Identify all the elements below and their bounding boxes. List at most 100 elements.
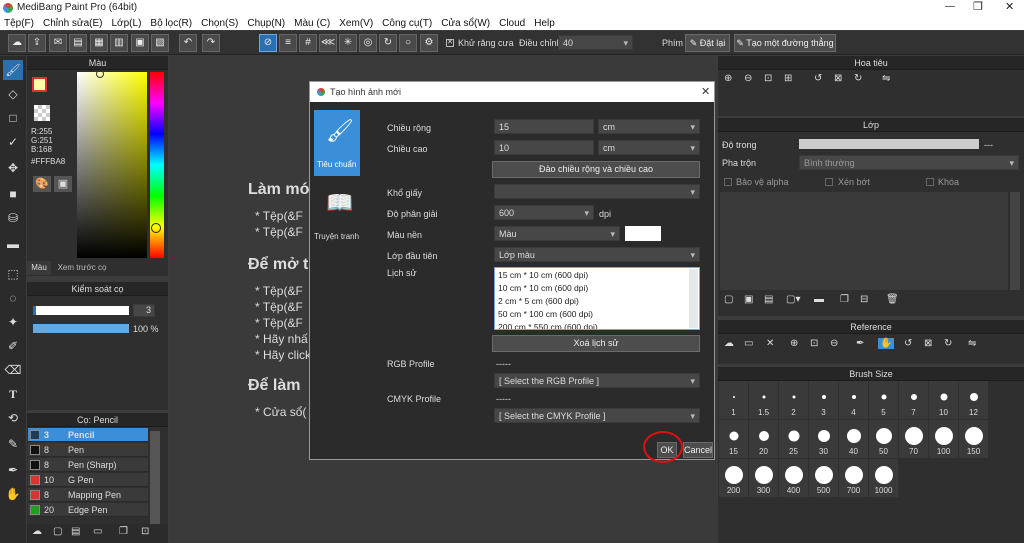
rotate-right-icon[interactable]: ↻ bbox=[854, 73, 862, 84]
ref-reset-icon[interactable]: ⊠ bbox=[924, 338, 932, 349]
ref-hand-icon[interactable]: ✋ bbox=[878, 338, 895, 349]
brush-size-cell[interactable]: 3 bbox=[809, 381, 838, 419]
menu-item[interactable]: Lớp(L) bbox=[112, 18, 142, 29]
bg-select[interactable]: Màu bbox=[494, 226, 620, 241]
brush-row[interactable]: 8 Pen bbox=[28, 443, 148, 457]
clear-history-button[interactable]: Xoá lịch sử bbox=[492, 335, 700, 352]
brush-size-cell[interactable]: 2 bbox=[779, 381, 808, 419]
duplicate-layer-icon[interactable]: ❐ bbox=[840, 294, 849, 305]
redo-icon[interactable]: ↷ bbox=[202, 34, 220, 52]
brush-size-cell[interactable]: 1.5 bbox=[749, 381, 778, 419]
eyedropper-icon[interactable]: ✒ bbox=[3, 460, 23, 480]
brush-size-cell[interactable]: 15 bbox=[719, 420, 748, 458]
dialog-close-icon[interactable]: ✕ bbox=[701, 85, 710, 98]
protect-alpha-checkbox[interactable] bbox=[724, 178, 732, 186]
ref-rotate-left-icon[interactable]: ↺ bbox=[904, 338, 912, 349]
ref-close-icon[interactable]: ✕ bbox=[766, 338, 774, 349]
move-tool-icon[interactable]: ✥ bbox=[3, 158, 23, 178]
layer-folder-icon[interactable]: ▬ bbox=[814, 294, 824, 305]
menu-item[interactable]: Chụp(N) bbox=[247, 18, 285, 29]
text-icon[interactable]: ▤ bbox=[69, 34, 87, 52]
brush-size-cell[interactable]: 400 bbox=[779, 459, 808, 497]
height-unit-select[interactable]: cm bbox=[598, 140, 700, 155]
brush-size-cell[interactable]: 40 bbox=[839, 420, 868, 458]
history-list[interactable]: 15 cm * 10 cm (600 dpi) 10 cm * 10 cm (60… bbox=[494, 267, 700, 330]
brush-row[interactable]: 10 G Pen bbox=[28, 473, 148, 487]
paper-select[interactable] bbox=[494, 184, 700, 199]
add-layer-menu-icon[interactable]: ▢▾ bbox=[786, 294, 800, 305]
gradient-tool-icon[interactable]: ▬ bbox=[3, 234, 23, 254]
new-layer-icon[interactable]: ▢ bbox=[724, 294, 733, 305]
brush-size-cell[interactable]: 30 bbox=[809, 420, 838, 458]
add-cloud-brush-icon[interactable]: ☁ bbox=[32, 526, 42, 537]
divide-tool-icon[interactable]: ✎ bbox=[3, 434, 23, 454]
bucket-tool-icon[interactable]: ⛁ bbox=[3, 208, 23, 228]
transparent-swatch[interactable] bbox=[34, 105, 50, 121]
mode-standard[interactable]: 🖌 Tiêu chuẩn bbox=[314, 110, 360, 176]
brush-size-cell[interactable]: 4 bbox=[839, 381, 868, 419]
hue-handle[interactable] bbox=[151, 223, 161, 233]
brush-row[interactable]: 3 Pencil bbox=[28, 428, 148, 442]
history-item[interactable]: 15 cm * 10 cm (600 dpi) bbox=[498, 270, 588, 280]
brush-size-cell[interactable]: 12 bbox=[959, 381, 988, 419]
ref-flip-icon[interactable]: ⇋ bbox=[968, 338, 976, 349]
brush-size-cell[interactable]: 1000 bbox=[869, 459, 898, 497]
rgb-profile-select[interactable]: [ Select the RGB Profile ] bbox=[494, 373, 700, 388]
reset-button[interactable]: ✎ Đặt lại bbox=[685, 34, 730, 52]
brush-size-cell[interactable]: 5 bbox=[869, 381, 898, 419]
layer-opacity-slider[interactable] bbox=[799, 139, 979, 149]
maximize-icon[interactable]: ❐ bbox=[973, 0, 983, 13]
ref-cloud-icon[interactable]: ☁ bbox=[724, 338, 734, 349]
new-layer-1bit-icon[interactable]: ▤ bbox=[764, 294, 773, 305]
brush-tool-icon[interactable]: 🖌 bbox=[3, 60, 23, 80]
tab-color[interactable]: Màu bbox=[27, 261, 51, 275]
copy-brush-icon[interactable]: ❐ bbox=[119, 526, 128, 537]
frame-icon[interactable]: ▣ bbox=[131, 34, 149, 52]
brush-size-cell[interactable]: 150 bbox=[959, 420, 988, 458]
ref-zoom-out-icon[interactable]: ⊖ bbox=[830, 338, 838, 349]
brush-size-cell[interactable]: 25 bbox=[779, 420, 808, 458]
hand-tool-icon[interactable]: ✋ bbox=[3, 484, 23, 504]
dot-tool-icon[interactable]: ✓ bbox=[3, 132, 23, 152]
layout-icon[interactable]: ▧ bbox=[151, 34, 169, 52]
tab-brush-preview[interactable]: Xem trước cọ bbox=[52, 261, 112, 275]
comment-icon[interactable]: ✉ bbox=[49, 34, 67, 52]
text-tool-icon[interactable]: T bbox=[3, 384, 23, 404]
close-icon[interactable]: ✕ bbox=[1005, 0, 1014, 13]
settings-icon[interactable]: ⚙ bbox=[420, 34, 438, 52]
no-snap-icon[interactable]: ⊘ bbox=[259, 34, 277, 52]
brush-row[interactable]: 20 Edge Pen bbox=[28, 503, 148, 517]
undo-icon[interactable]: ↶ bbox=[179, 34, 197, 52]
layer-scrollbar[interactable] bbox=[1010, 192, 1020, 290]
lock-checkbox[interactable] bbox=[926, 178, 934, 186]
merge-layer-icon[interactable]: ⊟ bbox=[860, 294, 868, 305]
ref-rotate-right-icon[interactable]: ↻ bbox=[944, 338, 952, 349]
width-unit-select[interactable]: cm bbox=[598, 119, 700, 134]
clip-checkbox[interactable] bbox=[825, 178, 833, 186]
foreground-swatch[interactable] bbox=[32, 77, 47, 92]
menu-item[interactable]: Cloud bbox=[499, 18, 525, 29]
menu-item[interactable]: Xem(V) bbox=[339, 18, 373, 29]
cmyk-profile-select[interactable]: [ Select the CMYK Profile ] bbox=[494, 408, 700, 423]
grid-icon[interactable]: ▥ bbox=[110, 34, 128, 52]
menu-item[interactable]: Tệp(F) bbox=[4, 18, 34, 29]
ref-eyedropper-icon[interactable]: ✒ bbox=[856, 338, 864, 349]
menu-item[interactable]: Màu (C) bbox=[294, 18, 330, 29]
cloud-icon[interactable]: ☁ bbox=[8, 34, 26, 52]
vanish-snap-icon[interactable]: ⋘ bbox=[319, 34, 337, 52]
cross-snap-icon[interactable]: # bbox=[299, 34, 317, 52]
brush-scrollbar[interactable] bbox=[150, 431, 160, 531]
menu-item[interactable]: Help bbox=[534, 18, 555, 29]
menu-item[interactable]: Công cụ(T) bbox=[382, 18, 432, 29]
menu-item[interactable]: Chỉnh sửa(E) bbox=[43, 18, 103, 29]
actual-size-icon[interactable]: ⊞ bbox=[784, 73, 792, 84]
minimize-icon[interactable]: — bbox=[945, 1, 955, 12]
rectangle-tool-icon[interactable]: □ bbox=[3, 108, 23, 128]
swap-dimensions-button[interactable]: Đảo chiều rộng và chiều cao bbox=[492, 161, 700, 178]
brush-size-cell[interactable]: 700 bbox=[839, 459, 868, 497]
brush-size-cell[interactable]: 200 bbox=[719, 459, 748, 497]
opacity-slider[interactable] bbox=[33, 324, 129, 333]
delete-brush-icon[interactable]: ⊡ bbox=[141, 526, 149, 537]
brush-size-cell[interactable]: 1 bbox=[719, 381, 748, 419]
select-tool-icon[interactable]: ⬚ bbox=[3, 264, 23, 284]
